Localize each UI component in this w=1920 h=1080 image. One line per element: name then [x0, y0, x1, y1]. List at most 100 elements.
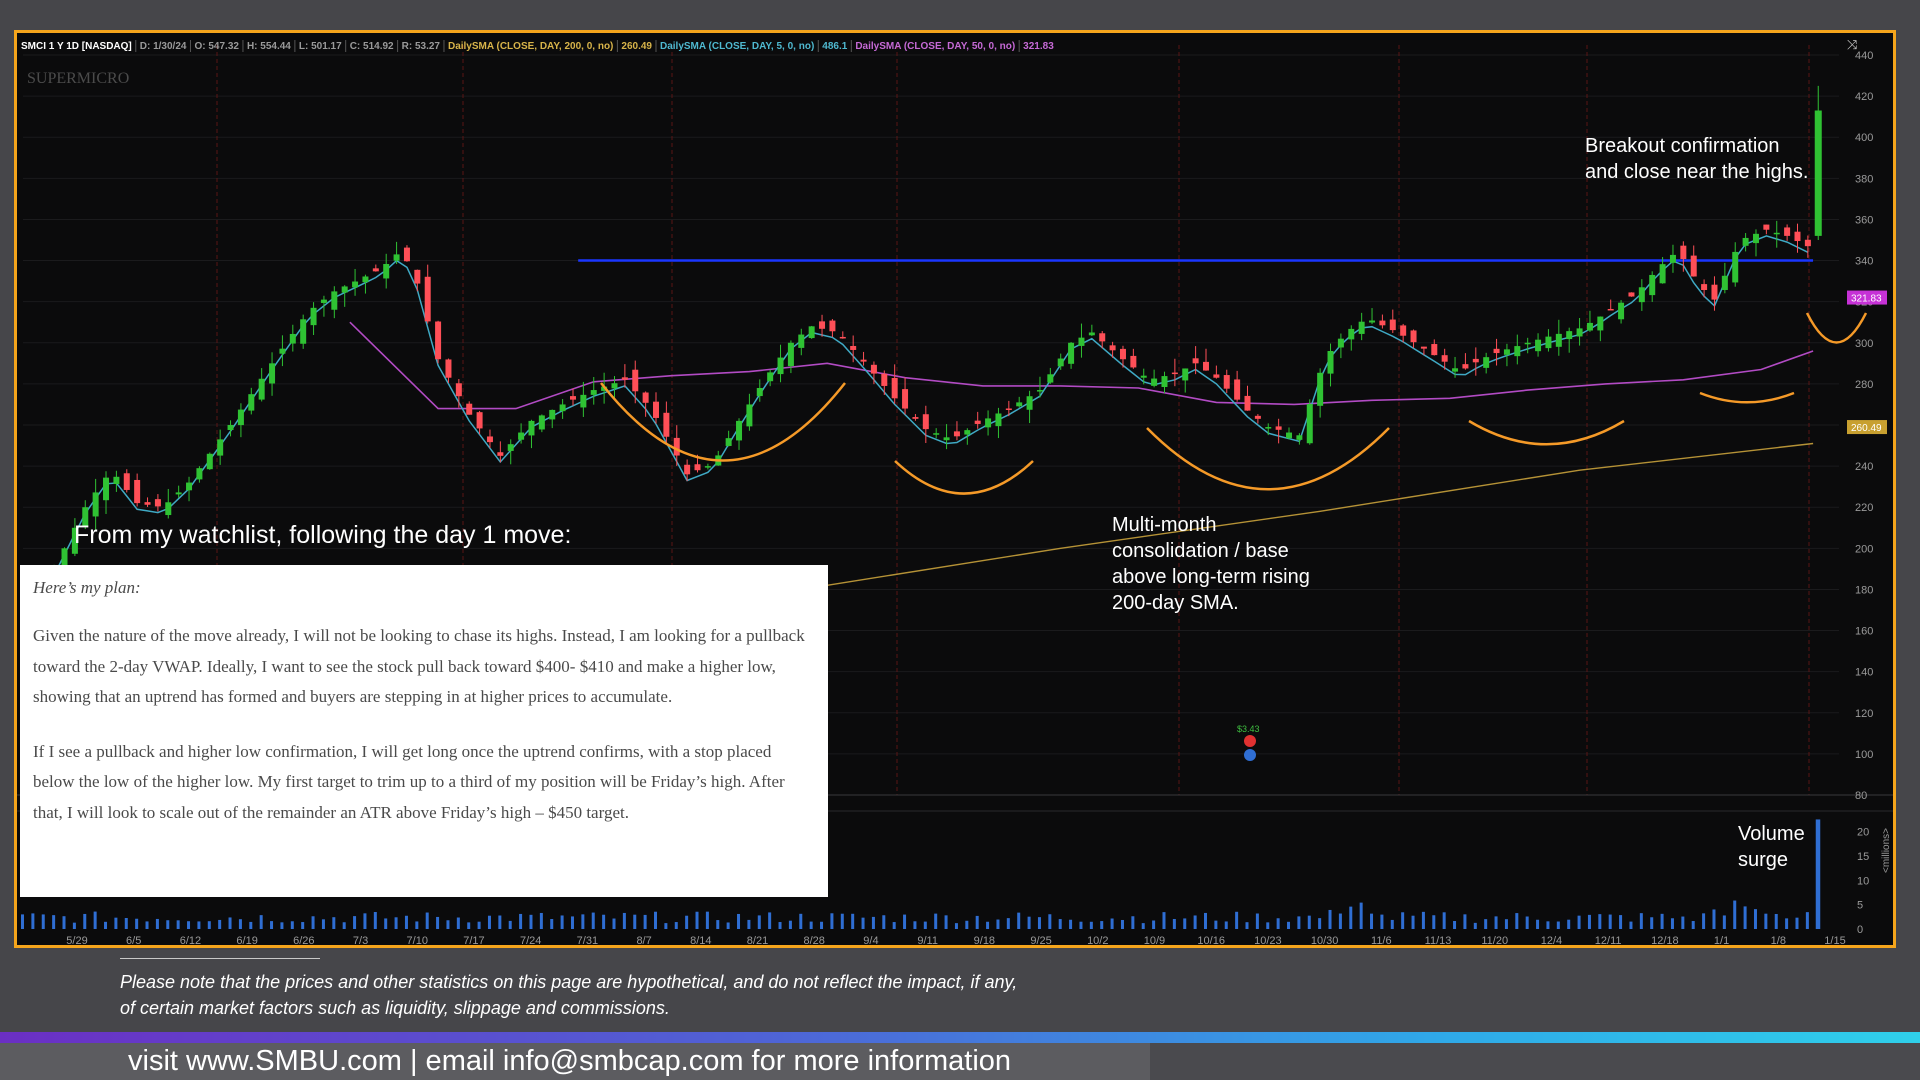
- volume-bar: [52, 915, 56, 929]
- price-tick-label-2: 400: [1855, 132, 1873, 144]
- candle-body: [1109, 345, 1116, 351]
- candle-body: [1244, 395, 1251, 411]
- volume-bar: [726, 922, 730, 929]
- candle-body: [1151, 378, 1158, 386]
- volume-bar: [1380, 914, 1384, 929]
- volume-bar: [1681, 916, 1685, 929]
- candle-body: [331, 291, 338, 310]
- volume-bar: [923, 921, 927, 929]
- candle-body: [1659, 264, 1666, 284]
- volume-bar: [778, 922, 782, 929]
- candle-body: [673, 437, 680, 456]
- volume-bar: [394, 917, 398, 929]
- volume-bar: [1743, 906, 1747, 929]
- volume-bar: [187, 921, 191, 929]
- volume-bar: [1504, 919, 1508, 929]
- volume-bar: [654, 911, 658, 929]
- volume-bar: [1027, 916, 1031, 929]
- date-tick-label-16: 9/18: [974, 935, 995, 945]
- volume-bar: [1390, 919, 1394, 929]
- candle-body: [1452, 368, 1459, 372]
- header-segment-12: 321.83: [1023, 41, 1054, 52]
- contact-text: visit www.SMBU.com | email info@smbcap.c…: [128, 1045, 1012, 1077]
- volume-bar: [1753, 909, 1757, 929]
- volume-bar: [685, 915, 689, 929]
- header-segment-6: R: 53.27: [402, 41, 441, 52]
- volume-bar: [1774, 914, 1778, 929]
- volume-bar: [145, 921, 149, 929]
- volume-bar: [591, 912, 595, 929]
- volume-bar: [1152, 920, 1156, 929]
- candle-body: [341, 286, 348, 293]
- volume-bar: [1235, 911, 1239, 929]
- volume-bar: [353, 916, 357, 929]
- watchlist-heading: From my watchlist, following the day 1 m…: [74, 521, 572, 549]
- candle-body: [103, 477, 110, 501]
- volume-bar-surge: [1815, 819, 1821, 929]
- candle-body: [279, 348, 286, 354]
- volume-bars-group: [21, 900, 1809, 929]
- date-tick-label-11: 8/14: [690, 935, 711, 945]
- date-tick-label-1: 6/5: [126, 935, 141, 945]
- candle-body: [1763, 224, 1770, 230]
- candle-body: [756, 388, 763, 397]
- volume-bar: [72, 922, 76, 929]
- candle-body: [165, 502, 172, 516]
- header-segment-5: C: 514.92: [350, 41, 394, 52]
- candle-body: [953, 431, 960, 437]
- date-tick-label-25: 11/20: [1481, 935, 1508, 945]
- header-segment-10: 486.1: [822, 41, 847, 52]
- volume-bar: [1287, 921, 1291, 929]
- breakout-annotation: Breakout confirmation and close near the…: [1585, 135, 1809, 183]
- volume-bar: [1120, 919, 1124, 929]
- plan-paragraph-2: If I see a pullback and higher low confi…: [33, 741, 785, 822]
- volume-bar: [41, 914, 45, 929]
- candle-body: [1317, 372, 1324, 406]
- volume-bar: [871, 916, 875, 929]
- price-tick-label-14: 160: [1855, 626, 1873, 638]
- volume-bar: [373, 912, 377, 929]
- header-segment-11: DailySMA (CLOSE, DAY, 50, 0, no): [855, 41, 1015, 52]
- candle-body: [362, 276, 369, 283]
- volume-bar: [1089, 921, 1093, 929]
- volume-bar: [1338, 913, 1342, 929]
- volume-bar: [1567, 919, 1571, 929]
- volume-bar: [1795, 917, 1799, 929]
- candle-body: [1649, 274, 1656, 296]
- candle-body: [632, 369, 639, 392]
- candle-body: [860, 359, 867, 362]
- candle-body: [186, 482, 193, 491]
- candle-body: [1732, 251, 1739, 283]
- candle-body: [1410, 330, 1417, 343]
- candle-body: [850, 345, 857, 350]
- candle-body: [684, 464, 691, 475]
- candle-body: [995, 413, 1002, 427]
- date-tick-label-19: 10/9: [1144, 935, 1165, 945]
- volume-bar: [207, 921, 211, 929]
- price-tick-label-5: 340: [1855, 256, 1873, 268]
- volume-bar: [1619, 915, 1623, 929]
- volume-bar: [539, 912, 543, 929]
- candle-body: [435, 321, 442, 360]
- date-tick-label-17: 9/25: [1030, 935, 1051, 945]
- volume-bar: [830, 913, 834, 929]
- candle-body: [414, 269, 421, 284]
- volume-bar: [1203, 912, 1207, 929]
- volume-bar: [1629, 921, 1633, 929]
- volume-bar: [93, 911, 97, 929]
- volume-bar: [892, 922, 896, 929]
- candle-body: [1514, 346, 1521, 357]
- candle-body: [486, 436, 493, 443]
- candle-body: [1130, 355, 1137, 368]
- candle-body: [1306, 404, 1313, 444]
- candle-body: [289, 333, 296, 344]
- volume-bar: [415, 921, 419, 929]
- candle-body: [1068, 342, 1075, 364]
- price-tick-label-12: 200: [1855, 543, 1873, 555]
- base-arc-2: [1146, 427, 1390, 491]
- candle-body: [528, 420, 535, 436]
- candle-body: [300, 319, 307, 344]
- candle-body: [1036, 390, 1043, 392]
- volume-bar: [550, 919, 554, 929]
- volume-bar: [1712, 909, 1716, 929]
